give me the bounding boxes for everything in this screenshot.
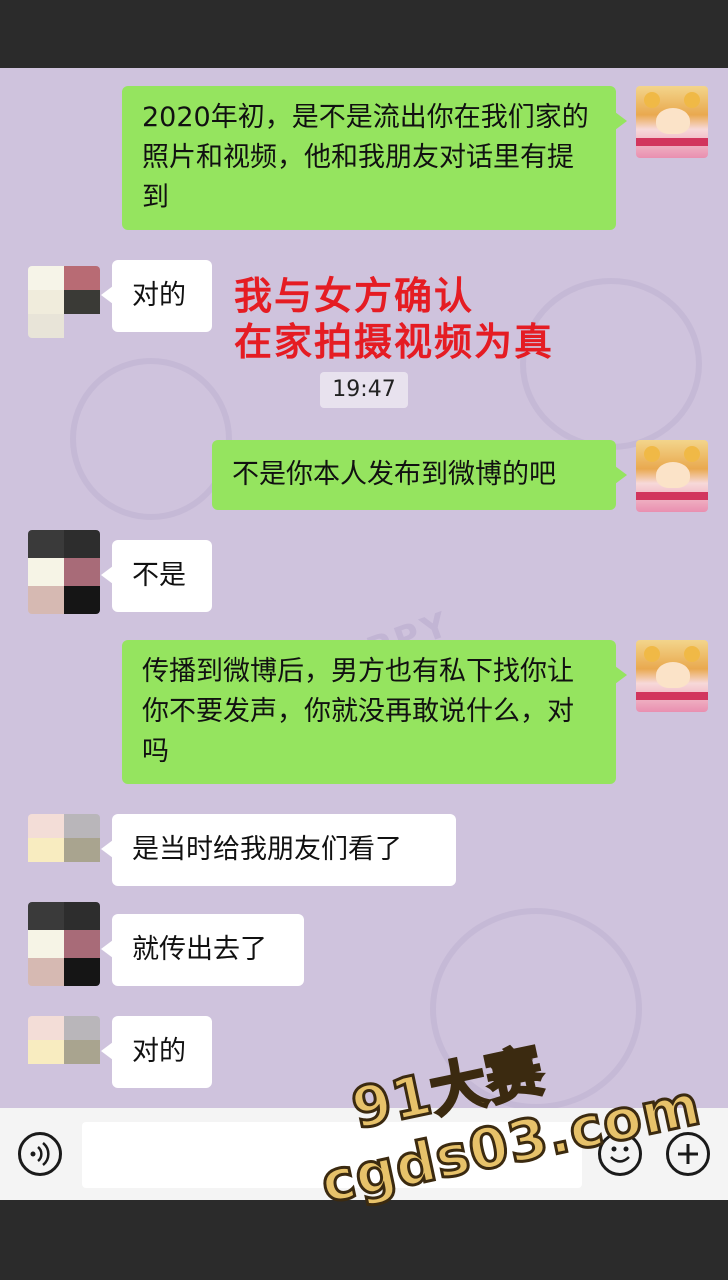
message-timestamp: 19:47 [320,372,408,408]
message-bubble-incoming[interactable]: 对的 [101,260,212,332]
message-bubble-incoming[interactable]: 不是 [101,540,212,612]
chat-area[interactable]: HAPPY 2020年初，是不是流出你在我们家的照片和视频，他和我朋友对话里有提… [0,68,728,1108]
contact-avatar[interactable] [28,814,100,886]
contact-avatar[interactable] [28,266,100,338]
message-bubble-incoming[interactable]: 就传出去了 [101,914,304,986]
message-bubble-incoming[interactable]: 是当时给我朋友们看了 [101,814,456,886]
self-avatar[interactable] [636,640,708,712]
contact-avatar[interactable] [28,1016,100,1088]
self-avatar[interactable] [636,86,708,158]
message-bubble-outgoing[interactable]: 传播到微博后，男方也有私下找你让你不要发声，你就没再敢说什么，对吗 [122,640,627,784]
message-bubble-outgoing[interactable]: 2020年初，是不是流出你在我们家的照片和视频，他和我朋友对话里有提到 [122,86,627,230]
background-bear-decoration [70,358,232,520]
message-bubble-incoming[interactable]: 对的 [101,1016,212,1088]
annotation-text-line1: 我与女方确认 [234,274,475,318]
navigation-bar [0,1200,728,1280]
message-bubble-outgoing[interactable]: 不是你本人发布到微博的吧 [212,440,627,510]
annotation-text-line2: 在家拍摄视频为真 [234,320,555,364]
status-bar [0,0,728,68]
contact-avatar[interactable] [28,530,100,614]
voice-icon[interactable] [18,1132,62,1176]
background-bear-decoration [520,278,702,450]
contact-avatar[interactable] [28,902,100,986]
self-avatar[interactable] [636,440,708,512]
